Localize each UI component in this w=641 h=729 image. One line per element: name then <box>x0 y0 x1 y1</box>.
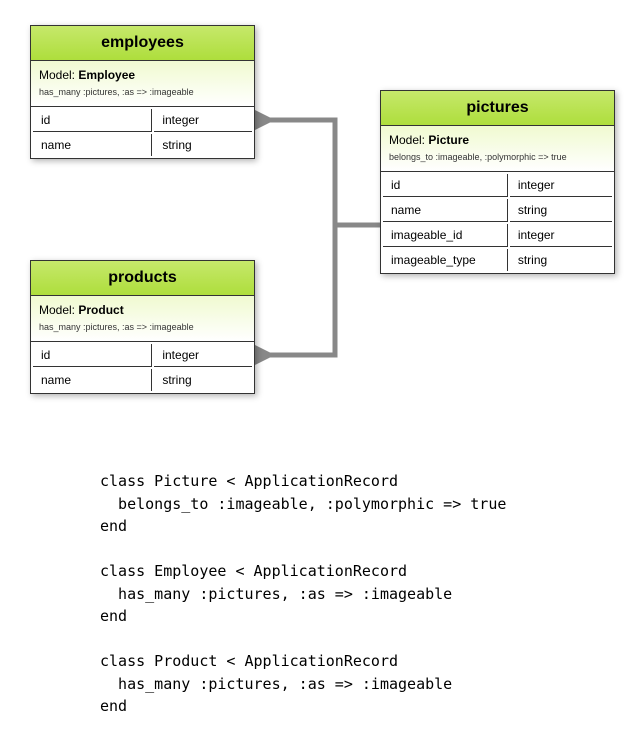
model-label: Model: <box>39 303 75 317</box>
code-snippet: class Picture < ApplicationRecord belong… <box>100 470 506 718</box>
field-type: string <box>510 199 612 222</box>
field-name: id <box>383 174 508 197</box>
field-name: name <box>383 199 508 222</box>
entity-title: products <box>31 261 254 296</box>
model-name: Picture <box>428 133 469 147</box>
fields-table: idinteger namestring <box>31 342 254 393</box>
field-type: integer <box>154 109 252 132</box>
entity-pictures: pictures Model: Picture belongs_to :imag… <box>380 90 615 274</box>
fields-table: idinteger namestring imageable_idinteger… <box>381 172 614 273</box>
entity-model-info: Model: Picture belongs_to :imageable, :p… <box>381 126 614 172</box>
model-name: Product <box>78 303 123 317</box>
table-row: namestring <box>33 369 252 391</box>
association-text: belongs_to :imageable, :polymorphic => t… <box>389 151 606 164</box>
entity-title: employees <box>31 26 254 61</box>
field-type: integer <box>510 174 612 197</box>
entity-title: pictures <box>381 91 614 126</box>
field-type: integer <box>154 344 252 367</box>
entity-model-info: Model: Employee has_many :pictures, :as … <box>31 61 254 107</box>
entity-model-info: Model: Product has_many :pictures, :as =… <box>31 296 254 342</box>
entity-employees: employees Model: Employee has_many :pict… <box>30 25 255 159</box>
fields-table: idinteger namestring <box>31 107 254 158</box>
table-row: namestring <box>33 134 252 156</box>
association-text: has_many :pictures, :as => :imageable <box>39 86 246 99</box>
diagram-area: employees Model: Employee has_many :pict… <box>0 0 641 450</box>
field-name: id <box>33 344 152 367</box>
model-name: Employee <box>78 68 135 82</box>
field-name: imageable_type <box>383 249 508 271</box>
field-name: id <box>33 109 152 132</box>
model-label: Model: <box>39 68 75 82</box>
entity-products: products Model: Product has_many :pictur… <box>30 260 255 394</box>
table-row: idinteger <box>383 174 612 197</box>
field-name: name <box>33 369 152 391</box>
table-row: idinteger <box>33 344 252 367</box>
model-label: Model: <box>389 133 425 147</box>
field-name: imageable_id <box>383 224 508 247</box>
table-row: namestring <box>383 199 612 222</box>
field-type: integer <box>510 224 612 247</box>
field-name: name <box>33 134 152 156</box>
table-row: imageable_typestring <box>383 249 612 271</box>
field-type: string <box>510 249 612 271</box>
table-row: idinteger <box>33 109 252 132</box>
table-row: imageable_idinteger <box>383 224 612 247</box>
association-text: has_many :pictures, :as => :imageable <box>39 321 246 334</box>
field-type: string <box>154 134 252 156</box>
field-type: string <box>154 369 252 391</box>
